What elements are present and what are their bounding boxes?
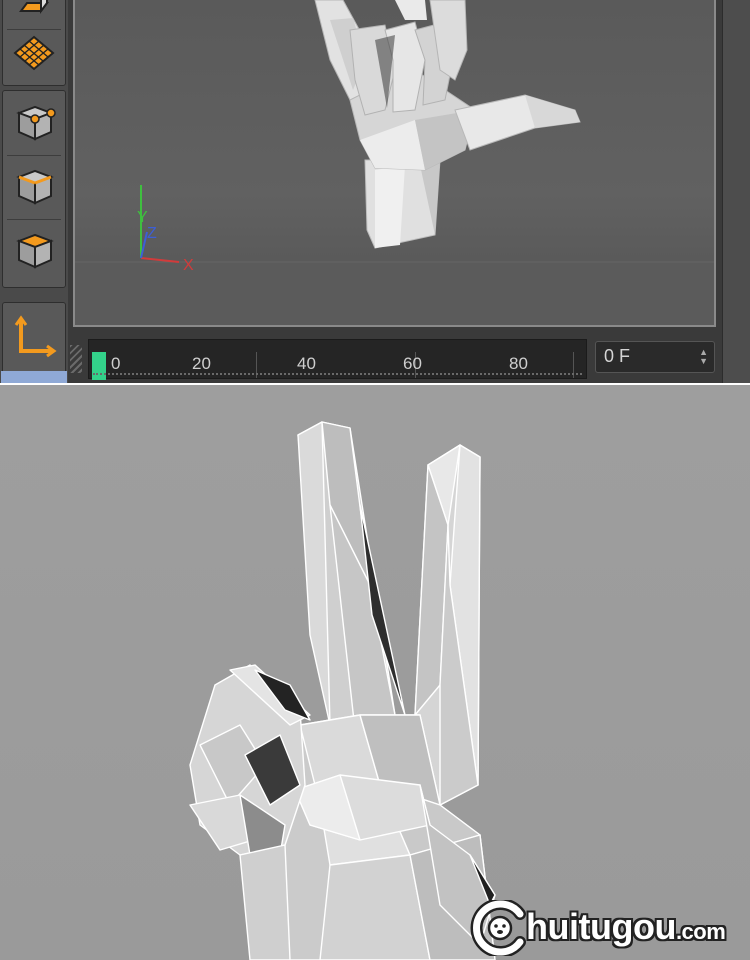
tool-group-modes (2, 90, 66, 288)
toolbar-separator (7, 219, 61, 220)
timeline-bar: 0 20 40 60 80 0 F ▲ ▼ (68, 327, 750, 383)
current-frame-value: 0 F (604, 346, 631, 366)
left-toolbar (0, 0, 68, 383)
points-mode-icon[interactable] (6, 93, 62, 151)
current-frame-field[interactable]: 0 F ▲ ▼ (595, 341, 715, 373)
selected-tool-highlight (1, 371, 67, 383)
hand-model-preview: Y Z X (75, 0, 714, 325)
axis-y-label: Y (137, 209, 148, 226)
cinema4d-screenshot: Y Z X 0 20 40 60 80 0 F ▲ ▼ (0, 0, 750, 383)
toolbar-separator (7, 155, 61, 156)
timeline-minor-ticks (93, 371, 582, 375)
timeline-ruler[interactable]: 0 20 40 60 80 (88, 339, 587, 380)
dog-logo-icon (470, 900, 526, 956)
axis-x-label: X (183, 257, 194, 274)
watermark: huitugou.com (470, 900, 740, 956)
low-poly-peace-hand (189, 421, 496, 960)
frame-spinner-icon[interactable]: ▲ ▼ (699, 348, 708, 366)
axis-mode-icon[interactable] (6, 307, 62, 365)
render-view (0, 385, 750, 960)
tool-group-create (2, 0, 66, 86)
watermark-main: huitugou (526, 906, 676, 947)
watermark-suffix: .com (675, 919, 726, 944)
current-frame-marker[interactable] (92, 352, 106, 380)
right-panel-edge (722, 0, 750, 383)
axis-z-label: Z (147, 225, 157, 242)
tool-group-axis (1, 302, 67, 383)
watermark-text: huitugou.com (526, 906, 726, 948)
edges-mode-icon[interactable] (6, 157, 62, 215)
timeline-grip[interactable] (70, 345, 82, 373)
plane-grid-icon[interactable] (6, 25, 62, 83)
polygons-mode-icon[interactable] (6, 221, 62, 279)
3d-viewport[interactable]: Y Z X (73, 0, 716, 327)
